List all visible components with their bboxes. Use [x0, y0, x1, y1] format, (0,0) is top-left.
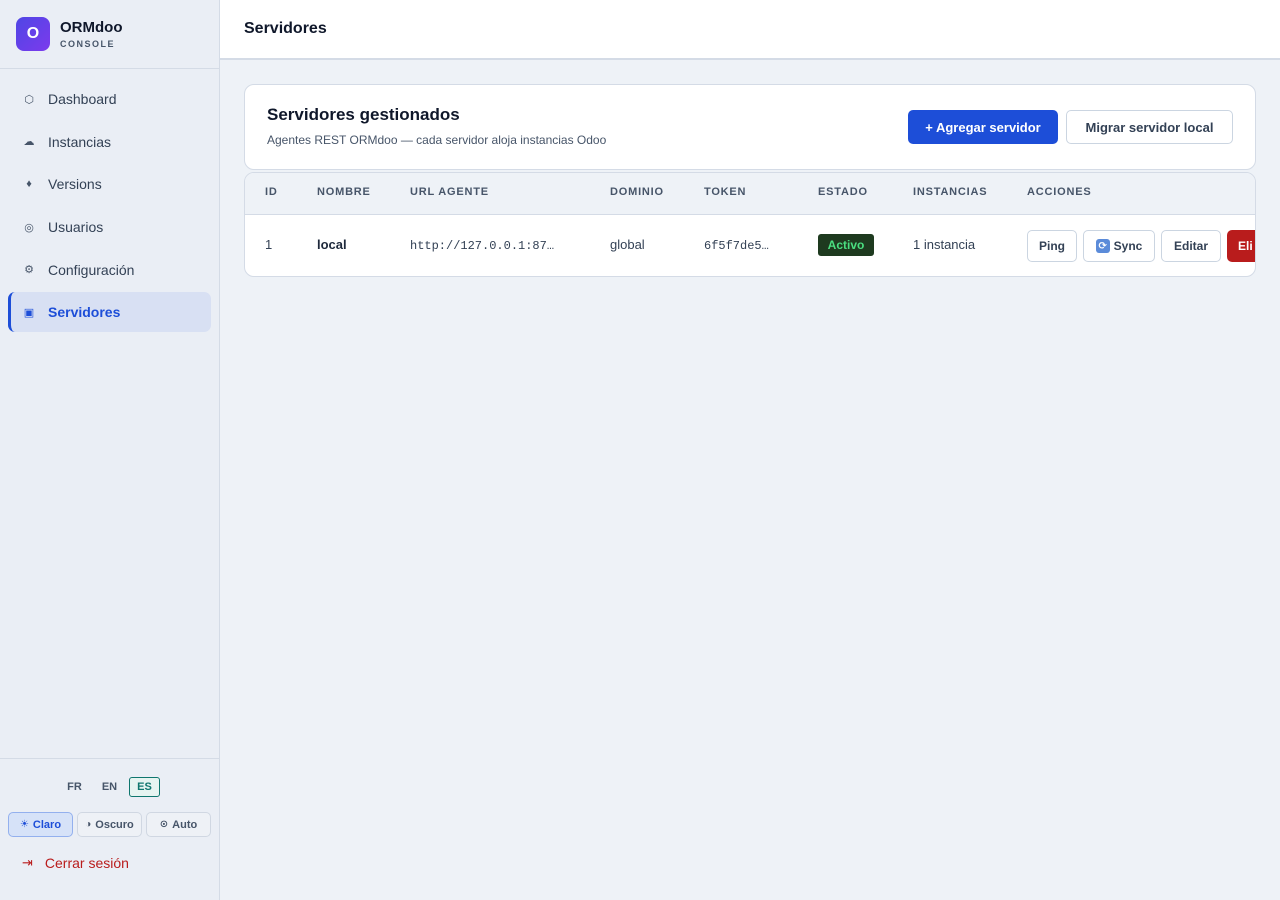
- add-server-button[interactable]: + Agregar servidor: [908, 110, 1058, 144]
- diamond-icon: ♦: [26, 178, 32, 191]
- delete-button[interactable]: Eli: [1227, 230, 1255, 262]
- table-row: 1 local http://127.0.0.1:87… global 6f5f…: [245, 215, 1255, 276]
- auto-icon: ⊙: [159, 819, 169, 830]
- brand-text: ORMdoo CONSOLE: [60, 19, 122, 49]
- sidebar-item-label: Usuarios: [48, 219, 104, 236]
- theme-label: Oscuro: [95, 818, 134, 831]
- cloud-icon: ☁: [23, 136, 35, 149]
- column-header-token: TOKEN: [704, 186, 747, 198]
- sidebar-item-instancias[interactable]: ☁ Instancias: [8, 122, 211, 162]
- column-header-estado: ESTADO: [818, 186, 868, 198]
- sidebar-item-label: Versions: [48, 176, 102, 193]
- brand-name: ORMdoo: [60, 19, 123, 36]
- language-switcher: FR EN ES: [0, 777, 219, 797]
- lang-fr-button[interactable]: FR: [59, 777, 90, 797]
- server-icon: ▣: [23, 306, 35, 319]
- sidebar-item-versions[interactable]: ♦ Versions: [8, 164, 211, 204]
- sidebar-item-label: Dashboard: [48, 91, 117, 107]
- theme-label: Claro: [32, 818, 62, 831]
- sidebar-nav: ⬡ Dashboard ☁ Instancias ♦ Versions ◎ Us…: [0, 69, 219, 345]
- logout-label: Cerrar sesión: [44, 855, 129, 871]
- column-header-id: ID: [265, 186, 278, 198]
- sidebar-footer: FR EN ES ☀ Claro ◑ Oscuro ⊙ Auto ⇥ Cerra…: [0, 758, 219, 900]
- servers-header-card: Servidores gestionados Agentes REST ORMd…: [244, 84, 1256, 170]
- cell-token: 6f5f7de5…: [704, 239, 769, 253]
- topbar: Servidores: [220, 0, 1280, 60]
- sidebar-item-usuarios[interactable]: ◎ Usuarios: [8, 207, 211, 247]
- brand-logo: O: [16, 17, 50, 51]
- migrate-local-server-button[interactable]: Migrar servidor local: [1066, 110, 1233, 144]
- lang-es-button[interactable]: ES: [129, 777, 160, 797]
- sidebar-item-configuracion[interactable]: ⚙ Configuración: [8, 250, 211, 290]
- table-header: ID NOMBRE URL AGENTE DOMINIO TOKEN ESTAD…: [245, 173, 1255, 215]
- ping-button[interactable]: Ping: [1027, 230, 1077, 262]
- sidebar-item-label: Servidores: [48, 304, 121, 321]
- theme-label: Auto: [172, 818, 198, 831]
- column-header-instancias: INSTANCIAS: [913, 186, 988, 198]
- theme-switcher: ☀ Claro ◑ Oscuro ⊙ Auto: [0, 812, 219, 837]
- theme-auto-button[interactable]: ⊙ Auto: [146, 812, 211, 837]
- column-header-url: URL AGENTE: [410, 186, 489, 198]
- cell-name: local: [317, 237, 347, 252]
- theme-dark-button[interactable]: ◑ Oscuro: [77, 812, 142, 837]
- column-header-dominio: DOMINIO: [610, 186, 664, 198]
- brand-subtitle: CONSOLE: [60, 39, 116, 49]
- column-header-nombre: NOMBRE: [317, 186, 371, 198]
- brand: O ORMdoo CONSOLE: [0, 0, 219, 69]
- half-circle-icon: ◑: [85, 819, 92, 830]
- card-subtitle: Agentes REST ORMdoo — cada servidor aloj…: [267, 133, 607, 147]
- sidebar-item-servidores[interactable]: ▣ Servidores: [8, 292, 211, 333]
- sidebar-item-dashboard[interactable]: ⬡ Dashboard: [8, 79, 211, 119]
- sidebar: O ORMdoo CONSOLE ⬡ Dashboard ☁ Instancia…: [0, 0, 220, 900]
- cell-domain: global: [610, 237, 645, 252]
- card-title: Servidores gestionados: [267, 105, 460, 124]
- theme-light-button[interactable]: ☀ Claro: [8, 812, 73, 837]
- lang-en-button[interactable]: EN: [94, 777, 125, 797]
- sun-icon: ☀: [19, 819, 29, 830]
- cell-instances: 1 instancia: [913, 237, 976, 252]
- users-icon: ◎: [24, 221, 34, 234]
- page-title: Servidores: [244, 20, 327, 37]
- status-badge: Activo: [818, 234, 874, 256]
- edit-button[interactable]: Editar: [1161, 230, 1221, 262]
- servers-table: ID NOMBRE URL AGENTE DOMINIO TOKEN ESTAD…: [244, 172, 1256, 277]
- sidebar-item-label: Configuración: [48, 261, 135, 278]
- logout-button[interactable]: ⇥ Cerrar sesión: [0, 855, 219, 871]
- gear-icon: ⚙: [24, 264, 34, 277]
- hexagon-icon: ⬡: [24, 93, 34, 106]
- sync-label: Sync: [1113, 239, 1143, 253]
- sidebar-item-label: Instancias: [48, 133, 112, 150]
- sync-button[interactable]: ⟳ Sync: [1083, 230, 1155, 262]
- logout-icon: ⇥: [22, 855, 33, 870]
- column-header-acciones: ACCIONES: [1027, 186, 1092, 198]
- cell-id: 1: [265, 237, 273, 252]
- cell-url: http://127.0.0.1:87…: [410, 239, 555, 253]
- sync-icon: ⟳: [1095, 239, 1110, 253]
